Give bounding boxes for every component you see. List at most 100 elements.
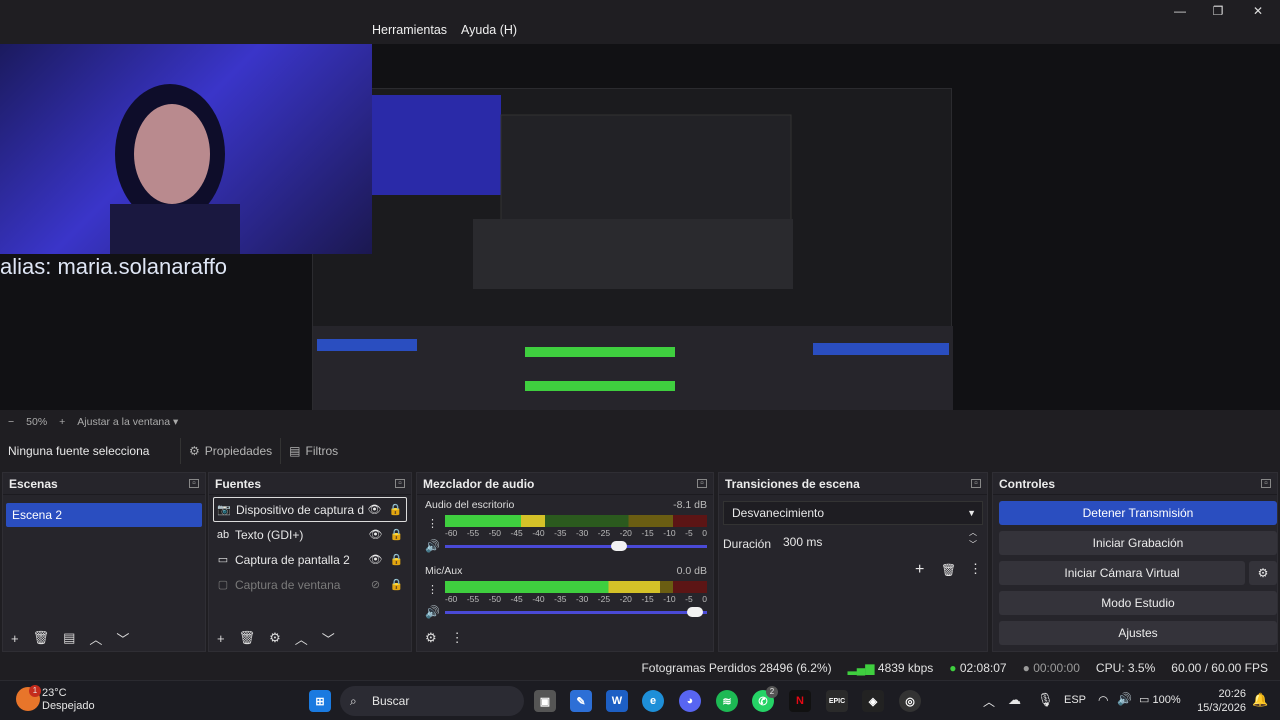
filters-button[interactable]: ▤ Filtros: [280, 438, 346, 464]
volume-icon[interactable]: 🔊: [1117, 692, 1132, 706]
word-icon[interactable]: W: [606, 690, 628, 712]
move-up-icon[interactable]: ︿: [89, 629, 102, 648]
transitions-dock: Transiciones de escena ▫ Desvanecimiento …: [718, 472, 988, 652]
lock-icon[interactable]: 🔒: [386, 578, 407, 591]
obs-icon[interactable]: ◎: [899, 690, 921, 712]
mixer-title: Mezclador de audio: [423, 476, 535, 491]
fit-window-dropdown[interactable]: Ajustar a la ventana ▾: [77, 416, 178, 428]
menu-help[interactable]: Ayuda (H): [461, 23, 517, 37]
zoom-level: 50%: [26, 416, 48, 428]
undock-icon[interactable]: ▫: [697, 479, 707, 489]
volume-slider-knob[interactable]: [611, 541, 628, 551]
eye-icon[interactable]: 👁: [365, 553, 386, 566]
filter-icon[interactable]: ▤: [63, 630, 75, 646]
filter-icon: ▤: [289, 444, 301, 458]
gear-icon[interactable]: ⚙: [269, 630, 281, 646]
camera-icon: 📷: [217, 504, 231, 516]
stop-stream-button[interactable]: Detener Transmisión: [999, 501, 1277, 525]
lock-icon[interactable]: 🔒: [385, 503, 406, 516]
cloud-icon[interactable]: ☁: [1008, 692, 1021, 708]
scale-tick-label: 0: [702, 594, 707, 604]
trash-icon[interactable]: 🗑: [239, 630, 256, 646]
add-icon[interactable]: +: [217, 631, 225, 646]
epic-games-icon[interactable]: EPIC: [826, 690, 848, 712]
move-down-icon[interactable]: ﹀: [322, 629, 335, 648]
undock-icon[interactable]: ▫: [189, 479, 199, 489]
settings-button[interactable]: Ajustes: [999, 621, 1277, 645]
add-icon[interactable]: +: [11, 631, 19, 646]
minimize-icon[interactable]: —: [1162, 2, 1198, 20]
move-down-icon[interactable]: ﹀: [116, 629, 129, 648]
close-icon[interactable]: ✕: [1240, 2, 1276, 20]
source-row[interactable]: ▢ Captura de ventana ⊘ 🔒: [213, 572, 407, 597]
restore-icon[interactable]: ❐: [1200, 2, 1236, 20]
advanced-audio-icon[interactable]: ⚙: [425, 630, 437, 646]
volume-slider[interactable]: [445, 541, 707, 551]
netflix-icon[interactable]: N: [789, 690, 811, 712]
properties-button[interactable]: ⚙ Propiedades: [180, 438, 280, 464]
more-icon[interactable]: ⋮: [969, 561, 982, 577]
scale-tick-label: -15: [641, 594, 654, 604]
chevron-up-icon[interactable]: ︿: [983, 693, 995, 710]
paint-app-icon[interactable]: ✎: [570, 690, 592, 712]
move-up-icon[interactable]: ︿: [295, 629, 308, 648]
transition-select[interactable]: Desvanecimiento ▼: [723, 501, 983, 525]
source-row[interactable]: ab Texto (GDI+) 👁 🔒: [213, 522, 407, 547]
trash-icon[interactable]: 🗑: [33, 630, 50, 646]
meter-scale: -60 -55 -50 -45 -40 -35 -30 -25 -20 -15 -10 -5 0: [445, 528, 707, 538]
preview-canvas[interactable]: alias: maria.solanaraffo: [0, 44, 1280, 454]
gear-icon[interactable]: ⚙: [1249, 561, 1277, 585]
volume-slider[interactable]: [445, 607, 707, 617]
discord-icon[interactable]: ◕: [679, 690, 701, 712]
trash-icon[interactable]: 🗑: [941, 563, 956, 577]
more-icon[interactable]: ⋮: [451, 630, 464, 646]
zoom-out-icon[interactable]: −: [8, 416, 14, 428]
title-bar: [0, 0, 1280, 44]
controls-dock: Controles ▫ Detener Transmisión Iniciar G…: [992, 472, 1278, 652]
no-source-label: Ninguna fuente selecciona: [8, 444, 150, 458]
stepper-icon[interactable]: ︿ ﹀: [969, 527, 977, 551]
speaker-icon[interactable]: 🔊: [425, 605, 440, 619]
language-indicator[interactable]: ESP: [1064, 694, 1086, 706]
battery-icon: ▭: [1139, 694, 1150, 706]
source-row[interactable]: ▭ Captura de pantalla 2 👁 🔒: [213, 547, 407, 572]
search-box[interactable]: ⌕ Buscar: [340, 686, 524, 716]
duration-field[interactable]: 300 ms ︿ ﹀: [775, 528, 983, 555]
audio-mixer-dock: Mezclador de audio ▫ Audio del escritorio…: [416, 472, 714, 652]
scale-tick-label: -15: [641, 528, 654, 538]
scene-item[interactable]: Escena 2: [6, 503, 202, 527]
wifi-icon[interactable]: ◠: [1098, 693, 1108, 707]
speaker-icon[interactable]: 🔊: [425, 539, 440, 553]
spotify-icon[interactable]: ≋: [716, 690, 738, 712]
lock-icon[interactable]: 🔒: [386, 528, 407, 541]
task-view-icon[interactable]: ▣: [534, 690, 556, 712]
virtual-camera-button[interactable]: Iniciar Cámara Virtual: [999, 561, 1245, 585]
start-recording-button[interactable]: Iniciar Grabación: [999, 531, 1277, 555]
cpu-usage: CPU: 3.5%: [1095, 661, 1156, 675]
windows-start-icon[interactable]: ⊞: [309, 690, 331, 712]
undock-icon[interactable]: ▫: [395, 479, 405, 489]
battery-indicator[interactable]: ▭ 100%: [1139, 693, 1181, 706]
clock[interactable]: 20:26 15/3/2026: [1196, 687, 1246, 715]
channel-menu-icon[interactable]: ⋮: [427, 583, 438, 596]
notification-icon[interactable]: 🔔: [1252, 692, 1268, 708]
channel-menu-icon[interactable]: ⋮: [427, 517, 438, 530]
weather-widget[interactable]: 23°C Despejado: [42, 687, 95, 713]
scale-tick-label: -60: [445, 594, 458, 604]
eye-icon[interactable]: 👁: [365, 528, 386, 541]
eye-hidden-icon[interactable]: ⊘: [365, 578, 386, 591]
studio-mode-button[interactable]: Modo Estudio: [999, 591, 1277, 615]
sources-title: Fuentes: [215, 476, 262, 491]
menu-tools[interactable]: Herramientas: [372, 23, 447, 37]
microphone-icon[interactable]: 🎙: [1037, 692, 1054, 708]
zoom-in-icon[interactable]: +: [59, 416, 65, 428]
undock-icon[interactable]: ▫: [1261, 479, 1271, 489]
lock-icon[interactable]: 🔒: [386, 553, 407, 566]
edge-icon[interactable]: e: [642, 690, 664, 712]
source-row[interactable]: 📷 Dispositivo de captura de 👁 🔒: [213, 497, 407, 522]
capcut-icon[interactable]: ◈: [862, 690, 884, 712]
add-icon[interactable]: +: [915, 561, 924, 579]
undock-icon[interactable]: ▫: [971, 479, 981, 489]
volume-slider-knob[interactable]: [687, 607, 704, 617]
eye-icon[interactable]: 👁: [364, 503, 385, 516]
